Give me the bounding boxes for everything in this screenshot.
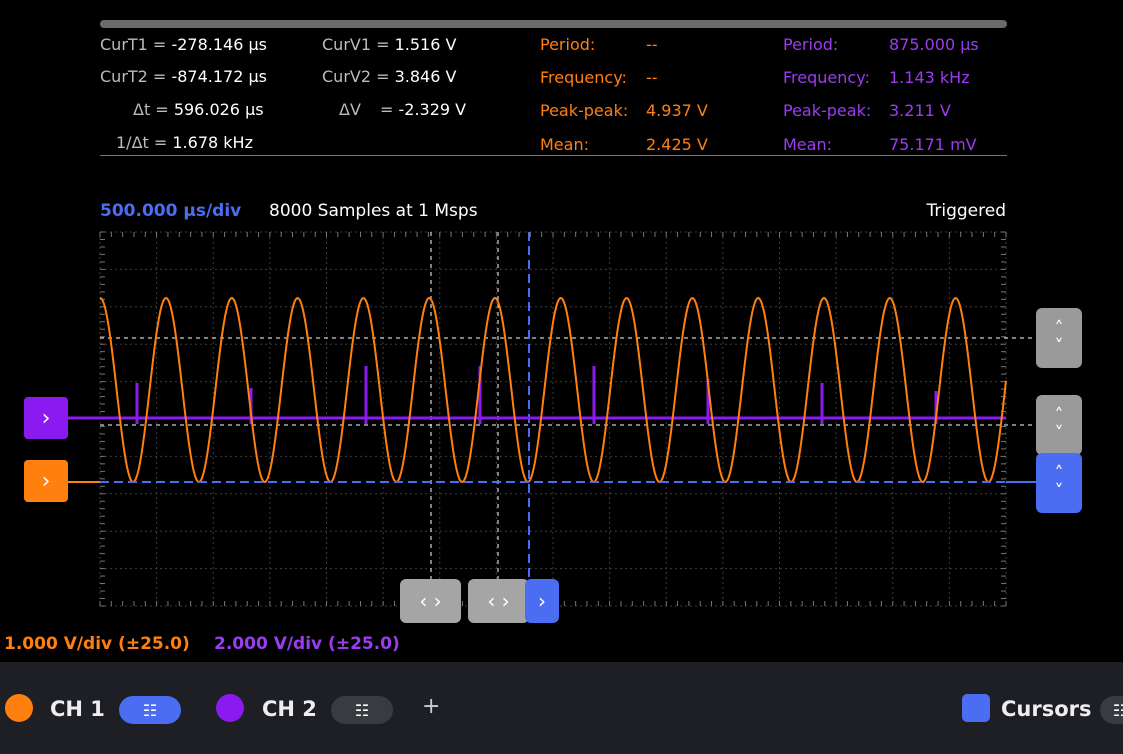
ch2-scale[interactable]: 2.000 V/div (±25.0)	[214, 634, 400, 654]
cursors-settings-button[interactable]: ☷	[1100, 696, 1123, 724]
chevron-down-icon: ˅	[1054, 423, 1064, 444]
waveform-display[interactable]	[0, 0, 1123, 662]
ch2-color-dot[interactable]	[216, 694, 244, 722]
chevron-right-icon: ›	[41, 468, 51, 494]
ch1-color-dot[interactable]	[5, 694, 33, 722]
cursors-color-square[interactable]	[962, 694, 990, 722]
sliders-icon: ☷	[1112, 700, 1123, 720]
chevron-left-right-icon: ‹ ›	[487, 589, 510, 613]
ch1-settings-button[interactable]: ☷	[119, 696, 181, 724]
cursor-t2-handle[interactable]: ‹ ›	[468, 579, 529, 623]
ch2-pulses	[135, 366, 938, 424]
ch1-label[interactable]: CH 1	[50, 697, 105, 721]
plus-icon: +	[422, 694, 441, 719]
cursors-label[interactable]: Cursors	[1001, 697, 1092, 721]
chevron-down-icon: ˅	[1054, 336, 1064, 357]
ch1-trace	[99, 296, 1007, 484]
cursor-t1-handle[interactable]: ‹ ›	[400, 579, 461, 623]
ch2-settings-button[interactable]: ☷	[331, 696, 393, 724]
sliders-icon: ☷	[354, 700, 370, 720]
ch1-offset-handle[interactable]: ›	[24, 460, 68, 502]
chevron-left-right-icon: ‹ ›	[419, 589, 442, 613]
chevron-down-icon: ˅	[1054, 481, 1064, 502]
ch2-label[interactable]: CH 2	[262, 697, 317, 721]
chevron-right-icon: ›	[538, 589, 546, 613]
trigger-level-handle[interactable]: ˄ ˅	[1036, 453, 1082, 513]
chevron-right-icon: ›	[41, 405, 51, 431]
cursor-v1-handle[interactable]: ˄ ˅	[1036, 308, 1082, 368]
ch2-offset-handle[interactable]: ›	[24, 397, 68, 439]
ch1-scale[interactable]: 1.000 V/div (±25.0)	[4, 634, 190, 654]
sliders-icon: ☷	[142, 700, 158, 720]
trigger-position-handle[interactable]: ›	[525, 579, 559, 623]
add-channel-button[interactable]: +	[422, 694, 440, 719]
cursor-v2-handle[interactable]: ˄ ˅	[1036, 395, 1082, 455]
